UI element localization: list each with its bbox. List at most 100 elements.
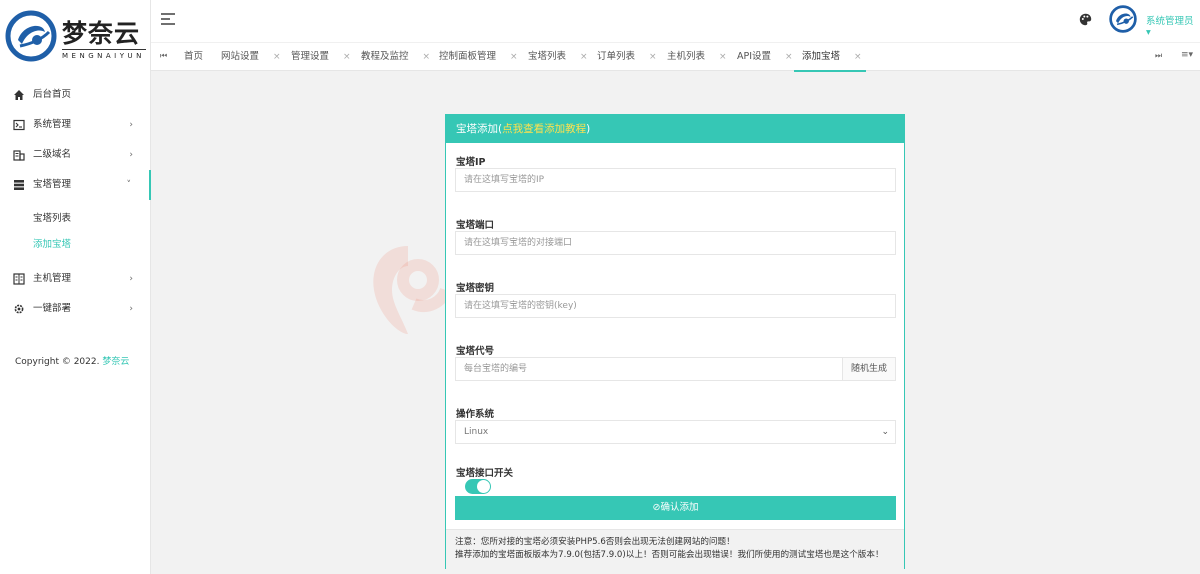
sidebar-item-deploy[interactable]: 一键部署 › (0, 294, 151, 324)
caret-down-icon: ▾ (1146, 27, 1151, 38)
key-input[interactable]: 请在这填写宝塔的密钥(key) (455, 294, 896, 318)
brand-name-cn: 梦奈云 (62, 19, 141, 48)
sidebar-item-label: 二级域名 (33, 149, 72, 160)
sidebar-nav: 后台首页 系统管理 › 二级域名 › 宝塔管理 ˅ 宝塔列表 添加宝塔 主机管理… (0, 80, 151, 324)
admin-menu[interactable]: 系统管理员 ▾ (1146, 13, 1200, 38)
ip-input[interactable]: 请在这填写宝塔的IP (455, 168, 896, 192)
tab-label: 宝塔列表 (528, 51, 567, 62)
sidebar-item-system[interactable]: 系统管理 › (0, 110, 151, 140)
key-label: 宝塔密钥 (456, 283, 495, 294)
top-header: 系统管理员 ▾ (151, 0, 1200, 42)
chevron-down-icon: ˅ (126, 180, 132, 190)
close-icon[interactable]: × (510, 52, 518, 62)
sidebar-item-domain[interactable]: 二级域名 › (0, 140, 151, 170)
close-icon[interactable]: × (719, 52, 727, 62)
sidebar-item-label: 后台首页 (33, 89, 72, 100)
tab-host-list[interactable]: 主机列表 × (667, 43, 727, 71)
terminal-icon (13, 119, 25, 131)
sidebar-item-label: 宝塔管理 (33, 179, 72, 190)
tab-panel-manage[interactable]: 控制面板管理 × (439, 43, 518, 71)
close-icon[interactable]: × (423, 52, 431, 62)
home-icon (14, 90, 24, 100)
tab-label: API设置 (737, 51, 772, 62)
port-input[interactable]: 请在这填写宝塔的对接端口 (455, 231, 896, 255)
tab-order-list[interactable]: 订单列表 × (597, 43, 657, 71)
confirm-add-button[interactable]: ⊘确认添加 (455, 496, 896, 520)
copyright: Copyright © 2022. 梦奈云 (15, 354, 129, 367)
close-icon[interactable]: × (580, 52, 588, 62)
tab-site-settings[interactable]: 网站设置 × (221, 43, 281, 71)
close-icon[interactable]: × (854, 52, 862, 62)
ip-label: 宝塔IP (456, 157, 486, 168)
mengnaiyun-logo-icon (5, 10, 57, 62)
menu-toggle-icon[interactable] (161, 13, 175, 25)
chevron-right-icon: › (129, 304, 133, 314)
card-title-end: ) (586, 123, 591, 135)
os-select[interactable]: Linux ⌄ (455, 420, 896, 444)
chevron-down-icon: ⌄ (881, 427, 889, 437)
domain-icon (13, 150, 25, 161)
chevron-right-icon: › (129, 274, 133, 284)
tab-label: 网站设置 (221, 51, 260, 62)
tutorial-link[interactable]: 点我查看添加教程 (502, 123, 586, 135)
sidebar-subitem-add-bt[interactable]: 添加宝塔 (0, 232, 151, 258)
theme-palette-icon[interactable] (1079, 13, 1092, 26)
tab-menu-icon[interactable]: ≡▾ (1181, 50, 1193, 60)
tab-admin-settings[interactable]: 管理设置 × (291, 43, 351, 71)
notes-box: 注意：您所对接的宝塔必须安装PHP5.6否则会出现无法创建网站的问题！ 推荐添加… (446, 529, 904, 569)
copyright-text: Copyright © 2022. (15, 357, 100, 367)
note-php: 注意：您所对接的宝塔必须安装PHP5.6否则会出现无法创建网站的问题！ (455, 537, 735, 547)
code-placeholder: 每台宝塔的编号 (464, 364, 528, 374)
close-icon[interactable]: × (273, 52, 281, 62)
code-label: 宝塔代号 (456, 346, 495, 357)
tab-scroll-right-icon[interactable]: ⏭ (1155, 51, 1162, 61)
os-label: 操作系统 (456, 409, 495, 420)
tab-scroll-left-icon[interactable]: ⏮ (160, 51, 167, 61)
host-icon (13, 273, 25, 285)
close-icon[interactable]: × (649, 52, 657, 62)
tab-label: 订单列表 (597, 51, 636, 62)
server-icon (14, 180, 24, 190)
sidebar: 梦奈云 MENGNAIYUN 后台首页 系统管理 › 二级域名 › 宝塔管理 ˅… (0, 0, 151, 574)
sidebar-item-host[interactable]: 主机管理 › (0, 264, 151, 294)
sidebar-subitem-bt-list[interactable]: 宝塔列表 (0, 206, 151, 232)
random-generate-button[interactable]: 随机生成 (842, 358, 895, 380)
close-icon[interactable]: × (343, 52, 351, 62)
brand-logo[interactable]: 梦奈云 MENGNAIYUN (0, 0, 151, 71)
sidebar-item-label: 系统管理 (33, 119, 72, 130)
close-icon[interactable]: × (785, 52, 793, 62)
brand-name-en: MENGNAIYUN (62, 52, 145, 60)
copyright-brand-link[interactable]: 梦奈云 (102, 357, 129, 367)
tab-add-bt[interactable]: 添加宝塔 × (794, 43, 866, 72)
switch-label: 宝塔接口开关 (456, 468, 514, 479)
tab-label: 添加宝塔 (802, 51, 841, 62)
sidebar-item-bt[interactable]: 宝塔管理 ˅ (0, 170, 151, 200)
tab-home[interactable]: 首页 (184, 43, 203, 71)
tab-api-settings[interactable]: API设置 × (737, 43, 793, 71)
sidebar-item-home[interactable]: 后台首页 (0, 80, 151, 110)
tab-bt-list[interactable]: 宝塔列表 × (528, 43, 588, 71)
card-title-text: 宝塔添加( (456, 123, 503, 135)
code-input[interactable]: 每台宝塔的编号 随机生成 (455, 357, 896, 381)
add-bt-card: 宝塔添加(点我查看添加教程) 宝塔IP 请在这填写宝塔的IP 宝塔端口 请在这填… (445, 114, 905, 569)
sidebar-item-label: 主机管理 (33, 273, 72, 284)
note-version: 推荐添加的宝塔面板版本为7.9.0(包括7.9.0)以上！否则可能会出现错误！我… (455, 550, 884, 560)
tab-label: 首页 (184, 51, 204, 62)
toggle-knob (477, 480, 490, 493)
gear-icon (14, 304, 24, 314)
tab-label: 教程及监控 (361, 51, 409, 62)
tab-label: 控制面板管理 (439, 51, 497, 62)
os-select-value: Linux (464, 427, 489, 437)
avatar[interactable] (1109, 5, 1137, 33)
chevron-right-icon: › (129, 150, 133, 160)
admin-name-label: 系统管理员 (1146, 16, 1194, 27)
chevron-right-icon: › (129, 120, 133, 130)
watermark-logo-icon (373, 246, 452, 334)
api-toggle-switch[interactable] (465, 479, 491, 494)
port-label: 宝塔端口 (456, 220, 495, 231)
sidebar-item-label: 一键部署 (33, 303, 72, 314)
card-title: 宝塔添加(点我查看添加教程) (446, 115, 904, 143)
tab-tutorial-monitor[interactable]: 教程及监控 × (361, 43, 430, 71)
tab-label: 主机列表 (667, 51, 706, 62)
brand-divider (62, 49, 146, 50)
